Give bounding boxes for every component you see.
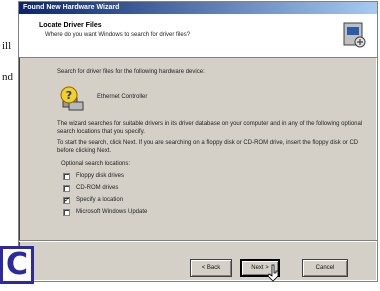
hardware-wizard-icon bbox=[343, 22, 366, 48]
option-floppy[interactable]: Floppy disk drives bbox=[63, 171, 124, 181]
option-label: Specify a location bbox=[76, 197, 124, 203]
description-paragraph: The wizard searches for suitable drivers… bbox=[57, 121, 363, 135]
instruction-paragraph: To start the search, click Next. If you … bbox=[57, 140, 359, 154]
intro-text: Search for driver files for the followin… bbox=[57, 69, 205, 75]
option-label: Floppy disk drives bbox=[76, 173, 125, 179]
footer-divider bbox=[19, 240, 377, 242]
wizard-header: Locate Driver Files Where do you want Wi… bbox=[19, 14, 377, 58]
svg-text:?: ? bbox=[66, 89, 72, 102]
mouse-cursor-icon bbox=[268, 264, 279, 282]
specify-location-checkbox[interactable]: ✓ bbox=[63, 196, 70, 204]
header-title: Locate Driver Files bbox=[39, 22, 102, 29]
header-subtitle: Where do you want Windows to search for … bbox=[45, 32, 191, 38]
option-specify-location[interactable]: ✓ Specify a location bbox=[63, 195, 123, 205]
wizard-dialog: Found New Hardware Wizard Locate Driver … bbox=[18, 1, 378, 282]
dialog-title: Found New Hardware Wizard bbox=[19, 2, 377, 14]
option-label: Microsoft Windows Update bbox=[76, 209, 148, 215]
back-button[interactable]: < Back bbox=[190, 259, 232, 277]
figure-letter-badge: C bbox=[0, 246, 34, 284]
options-label: Optional search locations: bbox=[61, 161, 131, 167]
cdrom-checkbox[interactable] bbox=[63, 184, 70, 192]
option-cdrom[interactable]: CD-ROM drives bbox=[63, 183, 118, 193]
page-text-fragment: nd bbox=[2, 71, 13, 83]
cancel-button[interactable]: Cancel bbox=[302, 259, 348, 277]
question-device-icon: ? bbox=[60, 86, 84, 111]
floppy-checkbox[interactable] bbox=[63, 172, 70, 180]
option-label: CD-ROM drives bbox=[76, 185, 119, 191]
option-windows-update[interactable]: Microsoft Windows Update bbox=[63, 207, 147, 217]
device-name: Ethernet Controller bbox=[97, 94, 148, 100]
windows-update-checkbox[interactable] bbox=[63, 208, 70, 216]
page-text-fragment: ill bbox=[2, 40, 12, 52]
